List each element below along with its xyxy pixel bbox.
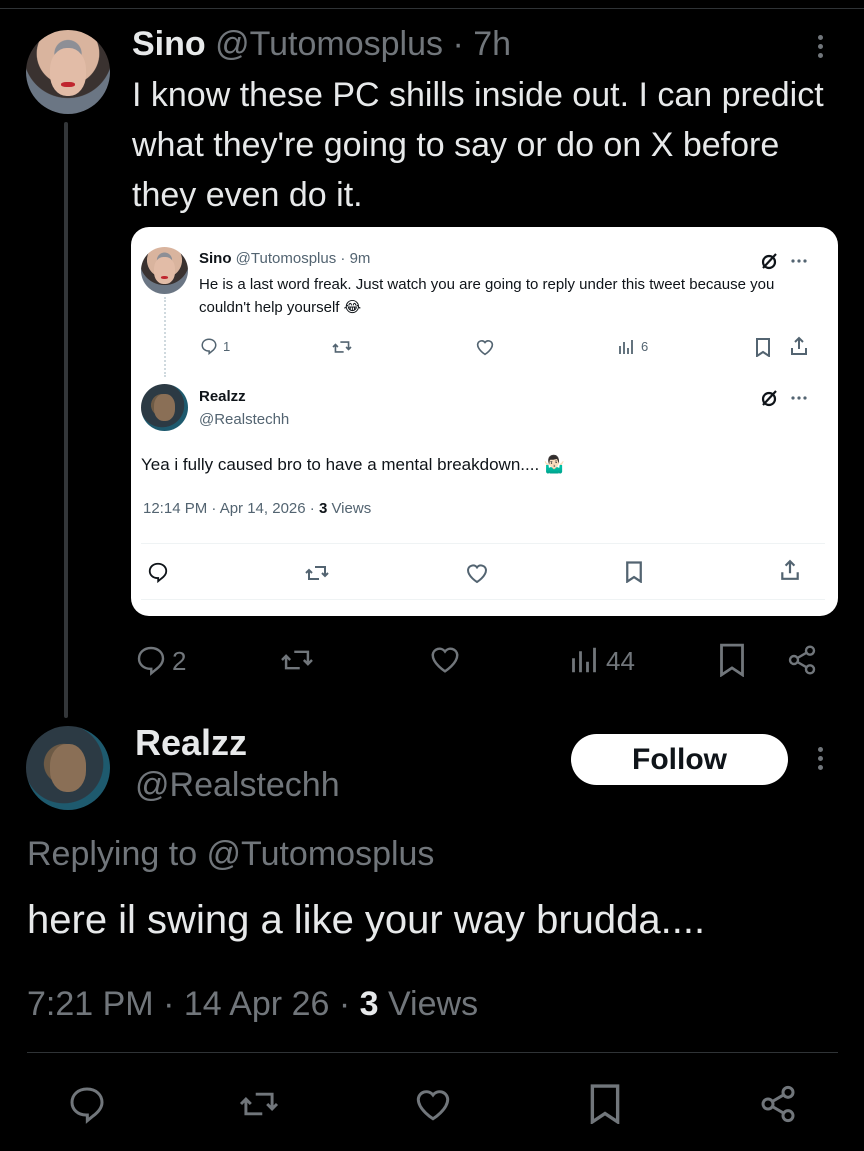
tweet-text: I know these PC shills inside out. I can… (132, 76, 824, 214)
more-horizontal-icon[interactable] (791, 396, 807, 400)
bookmark-icon[interactable] (588, 1084, 622, 1124)
reply-icon[interactable] (134, 644, 168, 676)
tweet-time[interactable]: 7h (473, 25, 511, 63)
quoted-avatar-realzz[interactable] (141, 384, 188, 431)
avatar-face (154, 394, 175, 421)
actions-divider (27, 1052, 838, 1053)
avatar-face (49, 744, 87, 792)
share-icon[interactable] (789, 336, 809, 356)
quoted-parent-name[interactable]: Sino (199, 250, 232, 267)
grok-icon[interactable] (759, 388, 779, 408)
quoted-avatar-sino[interactable] (141, 247, 188, 294)
retweet-icon[interactable] (332, 338, 352, 356)
quoted-parent-header: Sino @Tutomosplus · 9m (199, 250, 370, 267)
separator-dot: · (340, 250, 346, 267)
quoted-reply-time: 12:14 PM · Apr 14, 2026 · (143, 500, 319, 517)
quoted-parent-text: He is a last word freak. Just watch you … (199, 276, 775, 316)
tweet-header: Sino @Tutomosplus · 7h (132, 24, 511, 64)
quoted-reply-views-label: Views (327, 500, 372, 517)
avatar-face (154, 257, 175, 284)
reply-tweet-meta: 7:21 PM · 14 Apr 26 · 3 Views (27, 985, 478, 1024)
quoted-reply-meta: 12:14 PM · Apr 14, 2026 · 3 Views (143, 500, 371, 517)
quoted-parent-handle[interactable]: @Tutomosplus (236, 250, 337, 267)
bookmark-icon[interactable] (718, 643, 746, 677)
quoted-reply-handle[interactable]: @Realstechh (199, 411, 289, 428)
replying-to: Replying to @Tutomosplus (27, 835, 434, 874)
bookmark-icon[interactable] (625, 561, 643, 583)
views-icon[interactable] (618, 339, 634, 355)
reply-tweet-views-label: Views (378, 985, 479, 1023)
more-vertical-icon[interactable] (818, 747, 824, 774)
like-icon[interactable] (465, 562, 489, 584)
author-name[interactable]: Sino (132, 25, 206, 63)
replying-prefix: Replying to (27, 835, 207, 873)
view-count: 44 (606, 646, 635, 676)
reply-tweet-text: here il swing a like your way brudda.... (27, 898, 706, 942)
quoted-tweet-card[interactable]: Sino @Tutomosplus · 9m He is a last word… (131, 227, 838, 616)
reply-tweet-time[interactable]: 7:21 PM · 14 Apr 26 · (27, 985, 360, 1023)
avatar-sino[interactable] (26, 30, 110, 114)
inner-thread-connector (164, 297, 166, 377)
reply-count: 2 (172, 646, 187, 676)
views-icon[interactable] (570, 646, 598, 674)
thread-connector (64, 122, 68, 718)
quoted-parent-view-count: 6 (641, 339, 649, 354)
quoted-divider-top (141, 543, 825, 544)
replying-handle-link[interactable]: @Tutomosplus (207, 835, 435, 873)
avatar-lips (160, 276, 169, 279)
quoted-divider-bottom (141, 599, 825, 600)
like-icon[interactable] (428, 644, 462, 674)
author-handle[interactable]: @Tutomosplus (215, 25, 443, 63)
quoted-parent-time[interactable]: 9m (350, 250, 371, 267)
like-icon[interactable] (412, 1086, 454, 1122)
reply-icon[interactable] (66, 1084, 108, 1124)
more-horizontal-icon[interactable] (791, 259, 807, 263)
quoted-parent-reply-count: 1 (223, 339, 231, 354)
retweet-icon[interactable] (304, 562, 330, 584)
share-icon[interactable] (779, 559, 801, 581)
separator-dot: · (452, 25, 464, 63)
reply-author-handle[interactable]: @Realstechh (135, 766, 340, 805)
reply-icon[interactable] (200, 337, 218, 355)
follow-button[interactable]: Follow (571, 734, 788, 785)
reply-icon[interactable] (147, 561, 169, 583)
more-vertical-icon[interactable] (818, 35, 824, 62)
retweet-icon[interactable] (278, 645, 316, 675)
reply-tweet-views-count: 3 (359, 985, 379, 1023)
top-divider (0, 8, 864, 9)
retweet-icon[interactable] (236, 1086, 282, 1122)
reply-author-name[interactable]: Realzz (135, 722, 247, 764)
grok-icon[interactable] (759, 251, 779, 271)
avatar-lips (61, 82, 75, 88)
bookmark-icon[interactable] (755, 338, 771, 357)
share-icon[interactable] (786, 644, 818, 676)
quoted-reply-text: Yea i fully caused bro to have a mental … (141, 455, 566, 474)
like-icon[interactable] (475, 338, 495, 356)
share-icon[interactable] (758, 1084, 798, 1124)
avatar-realzz[interactable] (26, 726, 110, 810)
avatar-face (49, 48, 87, 96)
quoted-reply-name[interactable]: Realzz (199, 388, 246, 405)
